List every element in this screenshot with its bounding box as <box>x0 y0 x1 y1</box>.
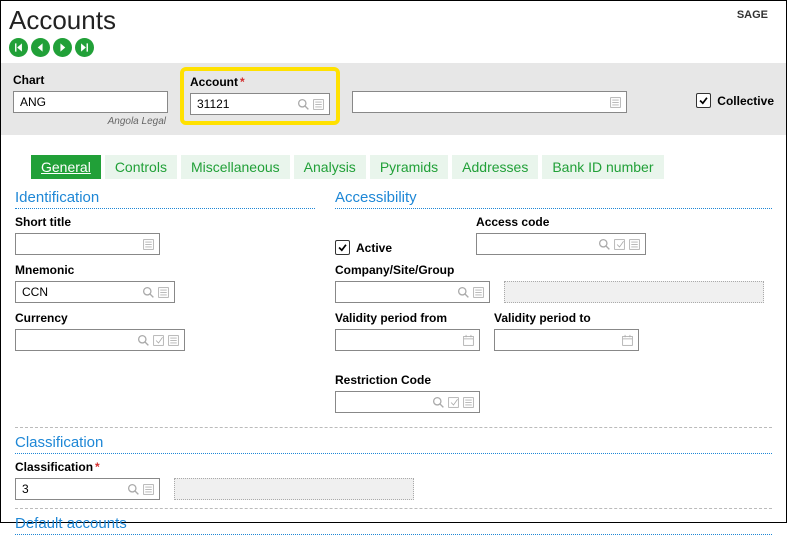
access-code-input[interactable] <box>481 236 596 252</box>
lookup-icon[interactable] <box>297 97 310 111</box>
account-input-wrap <box>190 93 330 115</box>
action-icon[interactable] <box>613 237 626 251</box>
chart-label: Chart <box>13 73 168 89</box>
active-checkbox[interactable]: Active <box>335 240 392 255</box>
lookup-icon[interactable] <box>598 237 611 251</box>
section-rule <box>15 208 315 209</box>
divider <box>15 427 772 428</box>
tab-pyramids[interactable]: Pyramids <box>370 155 448 179</box>
list-icon[interactable] <box>142 237 155 251</box>
mnemonic-label: Mnemonic <box>15 263 315 279</box>
mnemonic-input[interactable] <box>20 284 140 300</box>
action-icon[interactable] <box>152 333 165 347</box>
account-desc-wrap <box>352 91 627 113</box>
tabs: General Controls Miscellaneous Analysis … <box>31 155 786 179</box>
checkbox-icon <box>335 240 350 255</box>
list-icon[interactable] <box>312 97 325 111</box>
company-label: Company/Site/Group <box>335 263 772 279</box>
tab-addresses[interactable]: Addresses <box>452 155 538 179</box>
account-highlight: Account* <box>180 67 340 125</box>
restriction-input[interactable] <box>340 394 430 410</box>
action-icon[interactable] <box>447 395 460 409</box>
tab-analysis[interactable]: Analysis <box>294 155 366 179</box>
chart-input[interactable] <box>18 94 163 110</box>
collective-label: Collective <box>717 94 774 108</box>
short-title-label: Short title <box>15 215 315 231</box>
validity-from-label: Validity period from <box>335 311 480 327</box>
tab-miscellaneous[interactable]: Miscellaneous <box>181 155 290 179</box>
brand-label: SAGE <box>737 5 774 21</box>
list-icon[interactable] <box>142 482 155 496</box>
account-input[interactable] <box>195 96 295 112</box>
access-code-label: Access code <box>476 215 646 231</box>
lookup-icon[interactable] <box>432 395 445 409</box>
first-record-button[interactable] <box>9 38 28 57</box>
classification-input[interactable] <box>20 481 125 497</box>
validity-to-input[interactable] <box>499 332 619 348</box>
list-icon[interactable] <box>462 395 475 409</box>
section-default-accounts: Default accounts <box>15 515 772 532</box>
criteria-bar: Chart Angola Legal Account* Collective <box>1 63 786 135</box>
page-title: Accounts <box>9 5 116 36</box>
section-classification: Classification <box>15 434 772 451</box>
section-accessibility: Accessibility <box>335 189 772 206</box>
list-icon[interactable] <box>609 95 622 109</box>
currency-label: Currency <box>15 311 315 327</box>
tab-controls[interactable]: Controls <box>105 155 177 179</box>
chart-hint: Angola Legal <box>13 115 168 127</box>
list-icon[interactable] <box>472 285 485 299</box>
account-desc-input[interactable] <box>357 94 607 110</box>
list-icon[interactable] <box>628 237 641 251</box>
list-icon[interactable] <box>157 285 170 299</box>
chart-field: Chart Angola Legal <box>13 73 168 127</box>
calendar-icon[interactable] <box>462 333 475 347</box>
account-field: Account* <box>190 75 330 115</box>
lookup-icon[interactable] <box>142 285 155 299</box>
section-rule <box>335 208 772 209</box>
lookup-icon[interactable] <box>127 482 140 496</box>
prev-record-button[interactable] <box>31 38 50 57</box>
section-rule <box>15 453 772 454</box>
classification-desc-readonly <box>174 478 414 500</box>
currency-input[interactable] <box>20 332 135 348</box>
tab-bank-id[interactable]: Bank ID number <box>542 155 663 179</box>
chart-input-wrap <box>13 91 168 113</box>
restriction-label: Restriction Code <box>335 373 480 389</box>
validity-from-input[interactable] <box>340 332 460 348</box>
company-input[interactable] <box>340 284 455 300</box>
list-icon[interactable] <box>167 333 180 347</box>
classification-label: Classification* <box>15 460 772 476</box>
account-label: Account* <box>190 75 330 91</box>
lookup-icon[interactable] <box>457 285 470 299</box>
calendar-icon[interactable] <box>621 333 634 347</box>
tab-general[interactable]: General <box>31 155 101 179</box>
section-identification: Identification <box>15 189 315 206</box>
checkbox-icon <box>696 93 711 108</box>
last-record-button[interactable] <box>75 38 94 57</box>
validity-to-label: Validity period to <box>494 311 639 327</box>
short-title-input[interactable] <box>20 236 140 252</box>
active-label: Active <box>356 241 392 255</box>
next-record-button[interactable] <box>53 38 72 57</box>
collective-checkbox[interactable]: Collective <box>696 93 774 108</box>
divider <box>15 508 772 509</box>
record-nav <box>1 38 786 63</box>
lookup-icon[interactable] <box>137 333 150 347</box>
company-desc-readonly <box>504 281 764 303</box>
